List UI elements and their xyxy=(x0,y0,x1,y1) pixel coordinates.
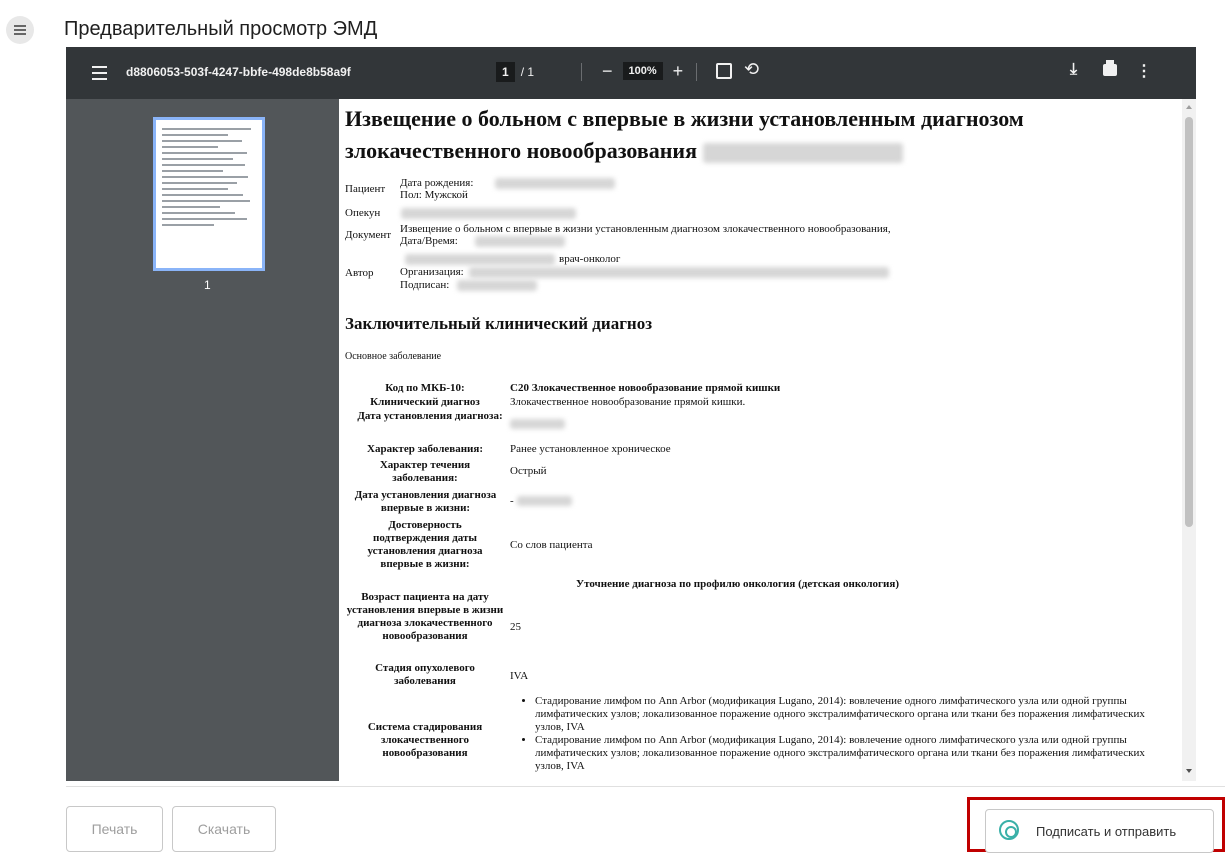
toolbar-divider xyxy=(696,63,697,81)
reliability-value: Со слов пациента xyxy=(510,539,593,551)
mkb-label: Код по МКБ-10: xyxy=(385,382,465,394)
redacted-date xyxy=(702,142,903,163)
diagnosis-date-label: Дата установления диагноза: xyxy=(357,410,503,422)
disease-character-value: Ранее установленное хроническое xyxy=(510,443,671,455)
disease-course-label: Характер течения заболевания: xyxy=(379,459,471,484)
rotate-icon[interactable]: ⟲ xyxy=(744,59,759,80)
scroll-thumb[interactable] xyxy=(1185,117,1193,527)
first-diagnosis-date-label: Дата установления диагноза впервые в жиз… xyxy=(354,489,497,514)
page-menu-button[interactable] xyxy=(6,16,34,44)
zoom-out-button[interactable]: − xyxy=(602,62,613,80)
print-icon[interactable] xyxy=(1103,60,1117,76)
disease-course-value: Острый xyxy=(510,465,547,477)
redacted-value xyxy=(510,419,565,429)
pdf-toolbar: d8806053-503f-4247-bbfe-498de8b58a9f 1 /… xyxy=(66,47,1196,99)
thumbnail-page-number: 1 xyxy=(204,278,211,292)
pdf-page: Извещение о больном с впервые в жизни ус… xyxy=(339,99,1182,781)
redacted-value xyxy=(517,496,572,506)
clinical-diagnosis-label: Клинический диагноз xyxy=(370,396,480,408)
certificate-icon xyxy=(999,820,1019,840)
toolbar-divider xyxy=(581,63,582,81)
reliability-label: Достоверность подтверждения даты установ… xyxy=(367,519,483,570)
hamburger-icon xyxy=(14,25,26,35)
mkb-value: C20 Злокачественное новообразование прям… xyxy=(510,382,781,394)
disease-character-label: Характер заболевания: xyxy=(367,443,483,455)
sign-and-send-button[interactable]: Подписать и отправить xyxy=(985,809,1214,853)
zoom-in-button[interactable]: + xyxy=(673,62,684,80)
age-value: 25 xyxy=(510,621,521,633)
download-icon[interactable]: ⤓ xyxy=(1070,61,1077,79)
scroll-up-icon[interactable] xyxy=(1186,105,1192,109)
document-title: Извещение о больном с впервые в жизни ус… xyxy=(345,106,1024,163)
page-title: Предварительный просмотр ЭМД xyxy=(64,18,378,40)
staging-system-label: Система стадирования злокачественного но… xyxy=(367,721,483,759)
document-block: Документ Извещение о больном с впервые в… xyxy=(345,223,891,247)
pdf-scrollbar[interactable] xyxy=(1182,99,1196,781)
section-subtitle: Основное заболевание xyxy=(345,351,442,362)
pdf-filename: d8806053-503f-4247-bbfe-498de8b58a9f xyxy=(126,65,351,79)
patient-block: Пациент Дата рождения: Пол: Мужской xyxy=(345,177,945,203)
pdf-viewer: d8806053-503f-4247-bbfe-498de8b58a9f 1 /… xyxy=(66,47,1196,781)
list-item: Стадирование лимфом по Ann Arbor (модифи… xyxy=(535,734,1175,773)
section-title: Заключительный клинический диагноз xyxy=(345,314,653,333)
download-button[interactable]: Скачать xyxy=(172,806,276,852)
viewer-menu-icon[interactable] xyxy=(92,66,107,80)
staging-list: Стадирование лимфом по Ann Arbor (модифи… xyxy=(525,695,1175,773)
stage-value: IVA xyxy=(510,670,529,682)
page-current-input[interactable]: 1 xyxy=(496,62,515,82)
print-button[interactable]: Печать xyxy=(66,806,163,852)
guardian-block: Опекун xyxy=(345,207,945,221)
oncology-heading: Уточнение диагноза по профилю онкология … xyxy=(576,578,900,590)
page-indicator: 1 / 1 xyxy=(496,62,534,82)
zoom-level[interactable]: 100% xyxy=(622,62,663,80)
zoom-controls: − 100% + xyxy=(602,62,683,80)
clinical-diagnosis-value: Злокачественное новообразование прямой к… xyxy=(510,396,746,408)
page-total: / 1 xyxy=(520,65,535,79)
more-options-icon[interactable]: ⋮ xyxy=(1136,61,1152,81)
author-block: врач-онколог Автор Организация: Подписан… xyxy=(345,253,1165,293)
first-diagnosis-prefix: - xyxy=(510,495,514,507)
footer-divider xyxy=(66,786,1225,787)
page-thumbnail[interactable] xyxy=(153,117,265,271)
stage-label: Стадия опухолевого заболевания xyxy=(375,662,475,687)
fit-page-icon[interactable] xyxy=(716,63,732,79)
sign-and-send-label: Подписать и отправить xyxy=(1036,823,1177,839)
list-item: Стадирование лимфом по Ann Arbor (модифи… xyxy=(535,695,1175,734)
age-label: Возраст пациента на дату установления вп… xyxy=(346,591,504,642)
scroll-down-icon[interactable] xyxy=(1186,769,1192,773)
